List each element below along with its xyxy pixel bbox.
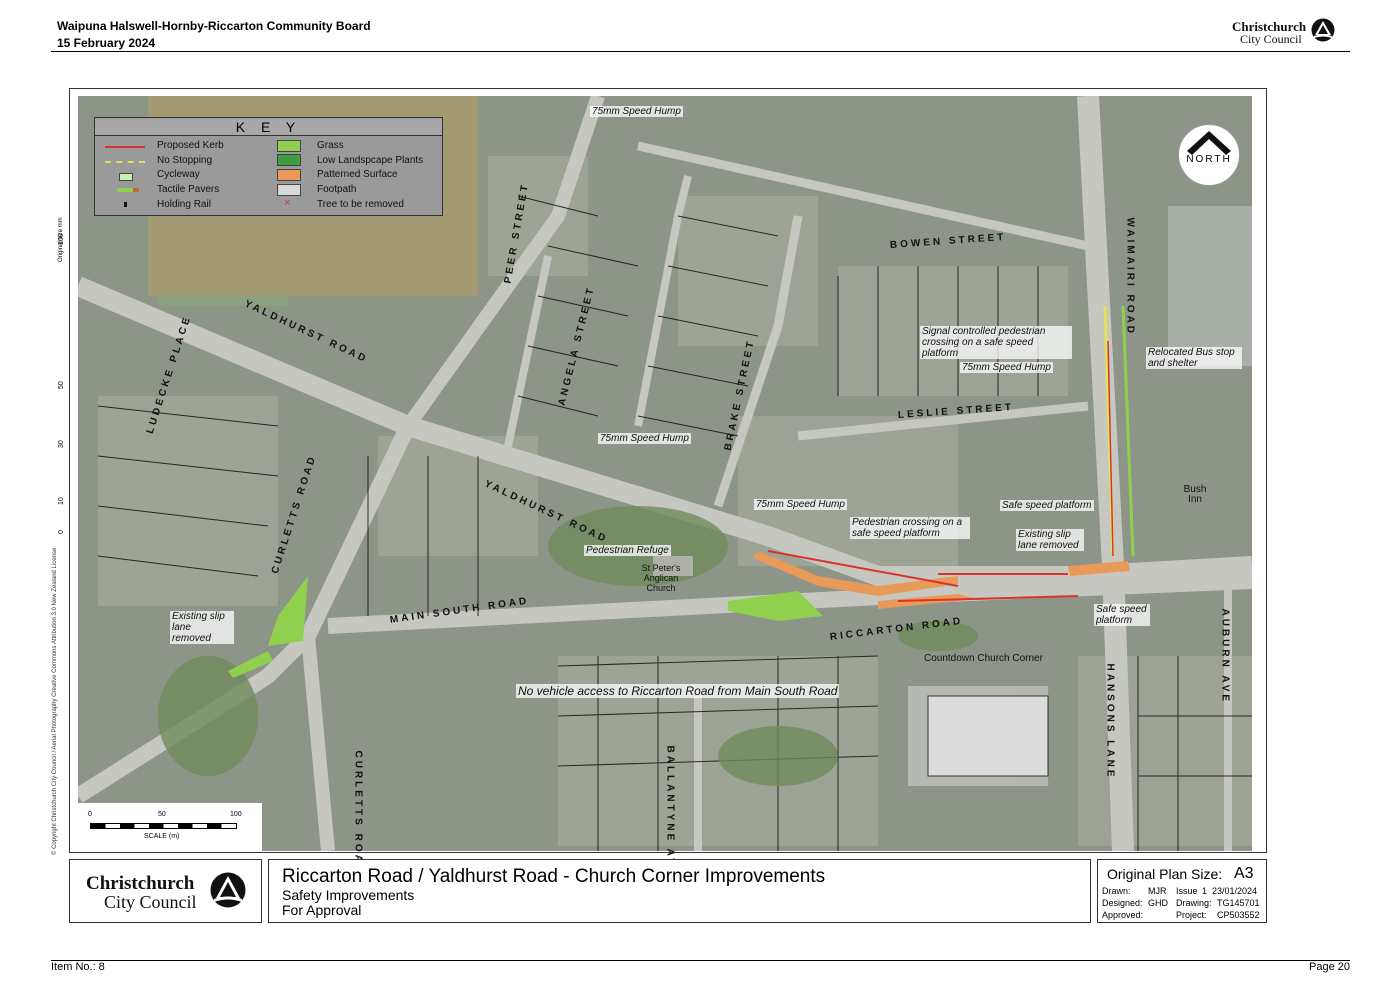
designed-label: Designed: — [1102, 898, 1143, 908]
drawing-value: TG145701 — [1217, 898, 1260, 908]
north-arrow: NORTH — [1178, 124, 1240, 186]
annotation-ped-refuge: Pedestrian Refuge — [584, 545, 671, 556]
original-size-value: A3 — [1234, 865, 1254, 882]
issue-date: 23/01/2024 — [1212, 886, 1258, 896]
holding-rail-swatch — [124, 202, 127, 207]
footer-rule — [51, 960, 1350, 961]
place-st-peters: St Peter's Anglican Church — [641, 563, 681, 593]
titleblock-main: Riccarton Road / Yaldhurst Road - Church… — [268, 859, 1091, 923]
titleblock-logo: Christchurch City Council — [69, 859, 262, 923]
annotation-speed-hump-1: 75mm Speed Hump — [590, 106, 683, 117]
key-tactile-pavers: Tactile Pavers — [157, 184, 220, 195]
north-label: NORTH — [1186, 154, 1232, 165]
key-patterned: Patterned Surface — [317, 169, 398, 180]
meeting-date: 15 February 2024 — [57, 36, 156, 50]
header-brand: Christchurch City Council — [1232, 20, 1306, 46]
scale-tick-50: 50 — [158, 811, 166, 818]
patterned-swatch — [277, 169, 301, 181]
project-label: Project: — [1176, 910, 1207, 920]
annotation-no-vehicle-access: No vehicle access to Riccarton Road from… — [516, 684, 840, 698]
drawing-label: Drawing: — [1176, 898, 1212, 908]
titleblock-brand-1: Christchurch — [86, 873, 195, 894]
tree-removed-icon: × — [284, 197, 291, 209]
titleblock-info: Original Plan Size: A3 Drawn: MJR Issue … — [1097, 859, 1267, 923]
annotation-bus-stop: Relocated Bus stop and shelter — [1146, 347, 1242, 369]
place-bush-inn: Bush Inn — [1183, 484, 1207, 505]
key-low-plants: Low Landspcape Plants — [317, 155, 424, 166]
map-key: K E Y Proposed Kerb No Stopping Cycleway… — [94, 117, 443, 216]
footpath-swatch — [277, 184, 301, 196]
titleblock-brand-2: City Council — [104, 892, 197, 912]
plan-subtitle: Safety Improvements — [282, 887, 415, 903]
scale-tick-0: 0 — [88, 811, 92, 818]
scale-tick-100: 100 — [230, 811, 242, 818]
designed-value: GHD — [1148, 898, 1168, 908]
scale-bar: 0 50 100 SCALE (m) — [78, 803, 262, 851]
ruler-mark-100: 100 — [58, 233, 65, 245]
road-curletts-2: CURLETTS ROAD — [352, 750, 364, 876]
footer-page: Page 20 — [1309, 961, 1350, 973]
ruler-mark-50: 50 — [58, 381, 65, 389]
scale-bar-graphic — [90, 823, 237, 829]
footer-item: Item No.: 8 — [51, 961, 105, 973]
kerb-swatch — [105, 146, 145, 148]
annotation-speed-hump-3: 75mm Speed Hump — [598, 433, 691, 444]
key-grass: Grass — [317, 140, 344, 151]
annotation-safe-speed-1: Safe speed platform — [1000, 500, 1094, 511]
key-holding-rail: Holding Rail — [157, 199, 211, 210]
annotation-slip-lane-1: Existing slip lane removed — [1016, 529, 1084, 551]
copyright-text: © Copyright Christchurch City Council / … — [52, 547, 58, 855]
key-title: K E Y — [95, 119, 442, 136]
road-auburn: AUBURN AVE — [1219, 608, 1231, 705]
no-stopping-swatch — [105, 161, 145, 163]
annotation-speed-hump-2: 75mm Speed Hump — [960, 362, 1053, 373]
approved-label: Approved: — [1102, 910, 1144, 920]
grass-swatch — [277, 140, 301, 152]
cycleway-swatch — [119, 173, 133, 181]
key-footpath: Footpath — [317, 184, 357, 195]
project-value: CP503552 — [1217, 910, 1260, 920]
road-hansons: HANSONS LANE — [1104, 663, 1116, 780]
header-rule — [51, 51, 1350, 52]
key-no-stopping: No Stopping — [157, 155, 213, 166]
issue-label: Issue — [1176, 886, 1198, 896]
header-left: Waipuna Halswell-Hornby-Riccarton Commun… — [57, 18, 371, 52]
titleblock-logo-icon — [210, 872, 246, 908]
annotation-speed-hump-4: 75mm Speed Hump — [754, 499, 847, 510]
drawn-value: MJR — [1148, 886, 1167, 896]
ruler-mark-30: 30 — [58, 440, 65, 448]
key-cycleway: Cycleway — [157, 169, 200, 180]
original-size-label: Original Plan Size: — [1107, 866, 1223, 882]
place-countdown: Countdown Church Corner — [924, 653, 1043, 664]
council-logo-icon — [1311, 18, 1335, 42]
annotation-slip-lane-2: Existing slip lane removed — [170, 611, 234, 644]
titleblock-brand: Christchurch City Council — [86, 874, 197, 911]
ruler-mark-0: 0 — [58, 530, 65, 534]
key-proposed-kerb: Proposed Kerb — [157, 140, 224, 151]
plan-title: Riccarton Road / Yaldhurst Road - Church… — [282, 866, 826, 887]
brand-line2: City Council — [1240, 32, 1302, 46]
plants-swatch — [277, 154, 301, 166]
scale-label: SCALE (m) — [144, 833, 180, 840]
key-tree-removed: Tree to be removed — [317, 199, 404, 210]
ruler-mark-10: 10 — [58, 497, 65, 505]
tactile-swatch — [117, 188, 139, 192]
annotation-safe-speed-2: Safe speed platform — [1094, 604, 1150, 626]
annotation-signal-crossing: Signal controlled pedestrian crossing on… — [920, 326, 1072, 359]
road-waimairi: WAIMAIRI ROAD — [1124, 217, 1136, 336]
board-name: Waipuna Halswell-Hornby-Riccarton Commun… — [57, 19, 371, 33]
drawn-label: Drawn: — [1102, 886, 1131, 896]
plan-status: For Approval — [282, 902, 362, 918]
annotation-ped-crossing: Pedestrian crossing on a safe speed plat… — [850, 517, 970, 539]
issue-value: 1 — [1202, 886, 1208, 896]
